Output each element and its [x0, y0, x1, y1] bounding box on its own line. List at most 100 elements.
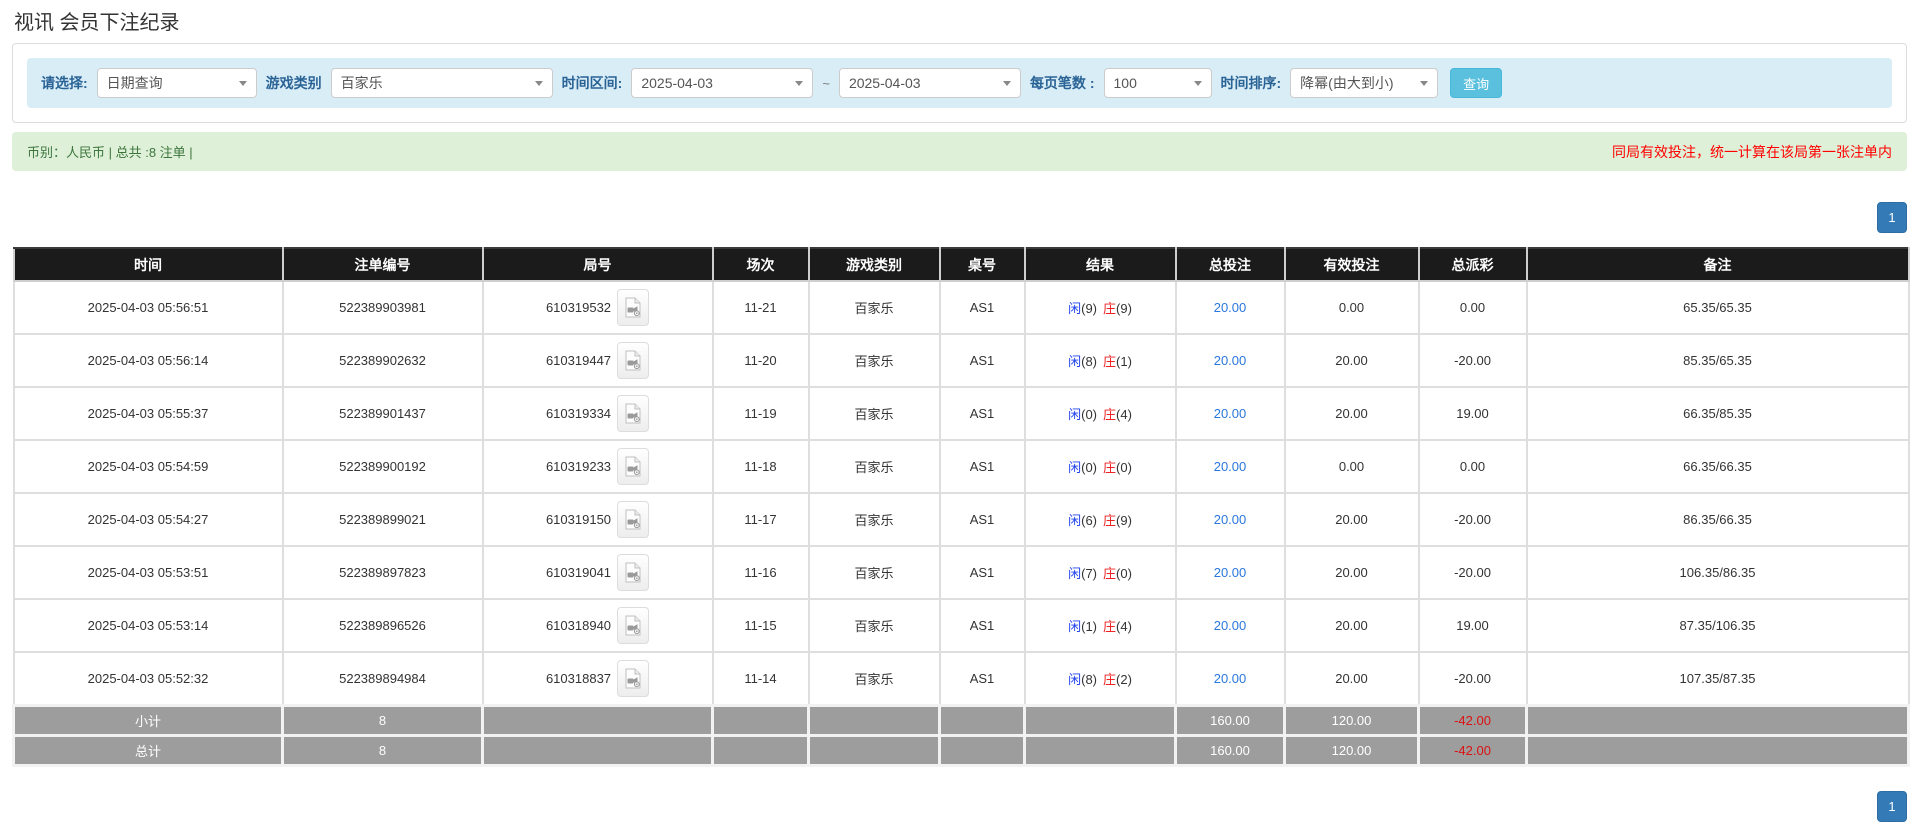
- cell-round-id: 610318940: [481, 598, 714, 653]
- cell-valid-bet: 0.00: [1283, 280, 1420, 335]
- round-id-value: 610318940: [545, 618, 612, 633]
- total-row-empty: [938, 733, 1026, 767]
- video-replay-button[interactable]: [617, 501, 650, 538]
- table-row: 2025-04-03 05:53:14 522389896526 610318940…: [12, 598, 1910, 653]
- game-category-value: 百家乐: [340, 75, 383, 91]
- cell-table-no: AS1: [938, 545, 1026, 600]
- total-bet-link[interactable]: 20.00: [1214, 300, 1247, 315]
- total-bet-link[interactable]: 20.00: [1214, 353, 1247, 368]
- query-type-select[interactable]: 日期查询: [96, 68, 257, 98]
- cell-session: 11-14: [711, 651, 810, 706]
- round-id-value: 610319150: [545, 512, 612, 527]
- cell-bet-id: 522389894984: [281, 651, 484, 706]
- cell-remark: 106.35/86.35: [1525, 545, 1910, 600]
- table-row: 2025-04-03 05:56:51 522389903981 610319532…: [12, 280, 1910, 335]
- video-replay-button[interactable]: [617, 395, 650, 432]
- chevron-down-icon: [1420, 80, 1429, 86]
- total-bet-link[interactable]: 20.00: [1214, 459, 1247, 474]
- cell-session: 11-17: [711, 492, 810, 547]
- page-size-label: 每页笔数 :: [1029, 75, 1095, 91]
- cell-session: 11-15: [711, 598, 810, 653]
- cell-total-bet: 20.00: [1174, 386, 1286, 441]
- total-bet-link[interactable]: 20.00: [1214, 406, 1247, 421]
- video-file-icon: [625, 403, 641, 424]
- result-player-score: (0): [1081, 407, 1097, 422]
- cell-result: 闲(7) 庄(0): [1023, 545, 1177, 600]
- time-sort-select[interactable]: 降幂(由大到小): [1290, 68, 1439, 98]
- page-button-1[interactable]: 1: [1877, 202, 1907, 233]
- round-id-wrap: 610318940: [484, 607, 712, 644]
- total-bet-link[interactable]: 20.00: [1214, 565, 1247, 580]
- cell-remark: 107.35/87.35: [1525, 651, 1910, 706]
- total-bet-link[interactable]: 20.00: [1214, 671, 1247, 686]
- round-id-value: 610319041: [545, 565, 612, 580]
- result-banker-label: 庄: [1103, 619, 1117, 634]
- video-file-icon: [625, 297, 641, 318]
- date-to-input[interactable]: 2025-04-03: [838, 68, 1021, 98]
- total-row-empty: [711, 733, 810, 767]
- game-category-select[interactable]: 百家乐: [330, 68, 553, 98]
- column-header-0: 时间: [12, 247, 284, 282]
- cell-valid-bet: 20.00: [1283, 651, 1420, 706]
- result-banker-score: (4): [1116, 619, 1132, 634]
- video-replay-button[interactable]: [617, 448, 650, 485]
- result-banker-label: 庄: [1103, 301, 1117, 316]
- result-player-label: 闲: [1068, 619, 1082, 634]
- total-row-remark: [1525, 733, 1910, 767]
- total-bet-link[interactable]: 20.00: [1214, 512, 1247, 527]
- cell-game-category: 百家乐: [807, 545, 941, 600]
- cell-round-id: 610318837: [481, 651, 714, 706]
- cell-total-bet: 20.00: [1174, 598, 1286, 653]
- result-player-score: (1): [1081, 619, 1097, 634]
- video-replay-button[interactable]: [617, 289, 650, 326]
- page-title: 视讯 会员下注纪录: [14, 12, 180, 34]
- cell-game-category: 百家乐: [807, 386, 941, 441]
- page-button-1[interactable]: 1: [1877, 790, 1907, 822]
- pagination-top: 1: [12, 202, 1907, 233]
- column-header-7: 总投注: [1174, 247, 1286, 282]
- result-banker-score: (2): [1116, 671, 1132, 687]
- cell-payout: -20.00: [1417, 492, 1528, 547]
- cell-valid-bet: 20.00: [1283, 545, 1420, 600]
- result-player-score: (7): [1081, 566, 1097, 581]
- cell-table-no: AS1: [938, 439, 1026, 494]
- round-id-wrap: 610319233: [484, 448, 712, 485]
- cell-total-bet: 20.00: [1174, 492, 1286, 547]
- subtotal-row-remark: [1525, 703, 1910, 737]
- cell-payout: -20.00: [1417, 333, 1528, 388]
- cell-session: 11-18: [711, 439, 810, 494]
- video-file-icon: [625, 509, 641, 530]
- query-type-label: 请选择:: [41, 75, 88, 91]
- cell-valid-bet: 20.00: [1283, 386, 1420, 441]
- video-replay-button[interactable]: [617, 659, 650, 697]
- date-from-input[interactable]: 2025-04-03: [631, 68, 814, 98]
- cell-time: 2025-04-03 05:56:14: [12, 333, 284, 388]
- table-row: 2025-04-03 05:53:51 522389897823 610319041…: [12, 545, 1910, 600]
- cell-round-id: 610319233: [481, 439, 714, 494]
- total-bet-link[interactable]: 20.00: [1214, 618, 1247, 633]
- result-player-score: (6): [1081, 513, 1097, 528]
- result-player-label: 闲: [1068, 566, 1082, 581]
- result-banker-label: 庄: [1103, 513, 1117, 528]
- video-replay-button[interactable]: [617, 554, 650, 591]
- cell-bet-id: 522389901437: [281, 386, 484, 441]
- table-row: 2025-04-03 05:54:27 522389899021 610319150…: [12, 492, 1910, 547]
- total-row-label: 总计: [12, 733, 284, 767]
- cell-remark: 66.35/66.35: [1525, 439, 1910, 494]
- table-row: 2025-04-03 05:55:37 522389901437 610319334…: [12, 386, 1910, 441]
- cell-payout: -20.00: [1417, 545, 1528, 600]
- cell-table-no: AS1: [938, 333, 1026, 388]
- time-sort-value: 降幂(由大到小): [1300, 75, 1394, 91]
- video-replay-button[interactable]: [617, 607, 650, 644]
- round-id-value: 610319233: [545, 459, 612, 474]
- page-size-select[interactable]: 100: [1103, 68, 1212, 98]
- column-header-9: 总派彩: [1417, 247, 1528, 282]
- total-row-empty: [807, 733, 941, 767]
- search-button[interactable]: 查询: [1450, 68, 1503, 98]
- cell-game-category: 百家乐: [807, 439, 941, 494]
- cell-table-no: AS1: [938, 492, 1026, 547]
- round-id-wrap: 610318837: [484, 659, 712, 697]
- video-file-icon: [625, 562, 641, 583]
- video-replay-button[interactable]: [617, 342, 650, 379]
- cell-result: 闲(0) 庄(4): [1023, 386, 1177, 441]
